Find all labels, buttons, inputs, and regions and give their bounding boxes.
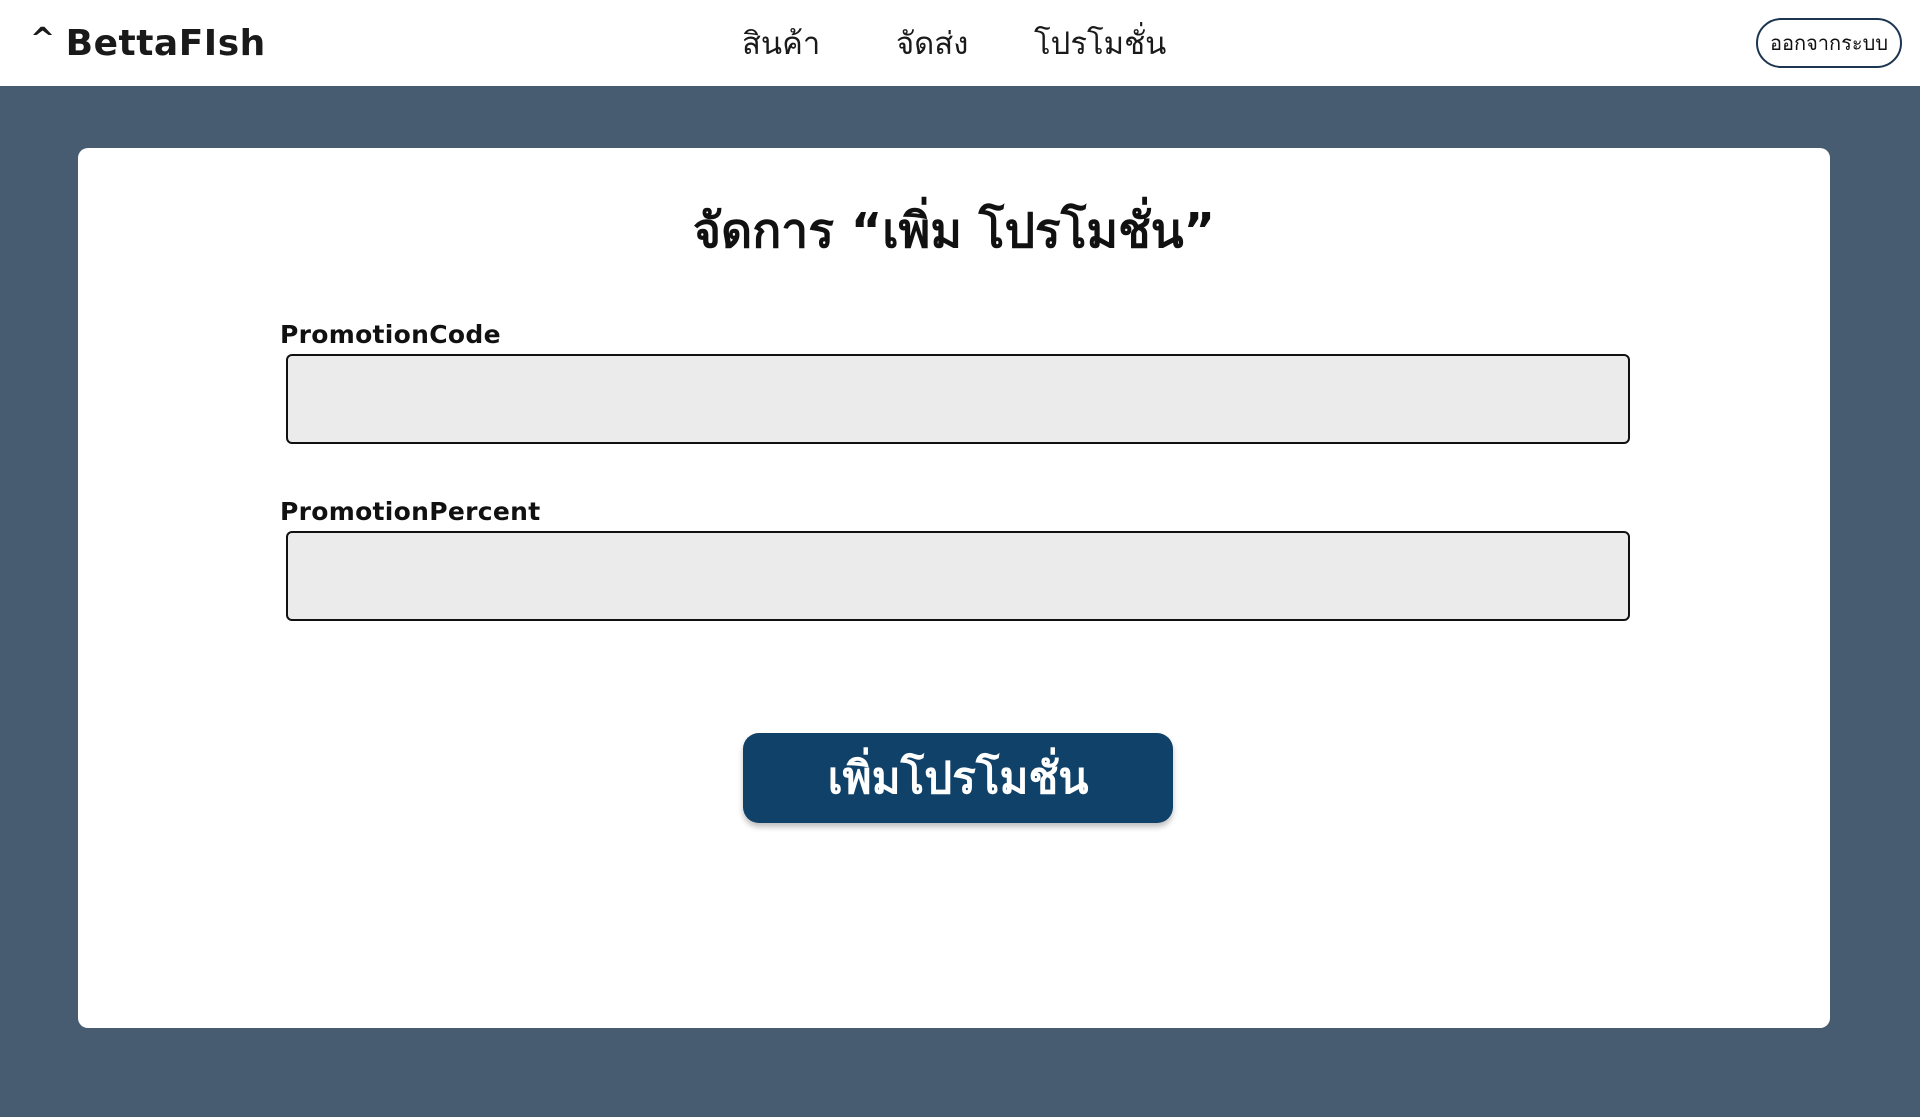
promotion-percent-input[interactable]	[286, 531, 1630, 621]
nav-item-promotions[interactable]: โปรโมชั่น	[1034, 20, 1166, 66]
logout-button[interactable]: ออกจากระบบ	[1756, 18, 1902, 68]
brand-logo[interactable]: ^ BettaFIsh	[30, 18, 266, 68]
nav-item-shipping[interactable]: จัดส่ง	[896, 20, 968, 66]
add-promotion-card: จัดการ “เพิ่ม โปรโมชั่น” PromotionCode P…	[78, 148, 1830, 1028]
nav-item-products[interactable]: สินค้า	[742, 20, 820, 66]
page-title: จัดการ “เพิ่ม โปรโมชั่น”	[692, 203, 1216, 259]
top-navbar: ^ BettaFIsh สินค้า จัดส่ง โปรโมชั่น ออกจ…	[0, 0, 1920, 86]
caret-up-icon: ^	[30, 21, 56, 57]
promotion-percent-label: PromotionPercent	[280, 497, 541, 526]
add-promotion-button[interactable]: เพิ่มโปรโมชั่น	[743, 733, 1173, 823]
promotion-code-label: PromotionCode	[280, 320, 501, 349]
brand-name: BettaFIsh	[65, 22, 266, 64]
promotion-code-input[interactable]	[286, 354, 1630, 444]
